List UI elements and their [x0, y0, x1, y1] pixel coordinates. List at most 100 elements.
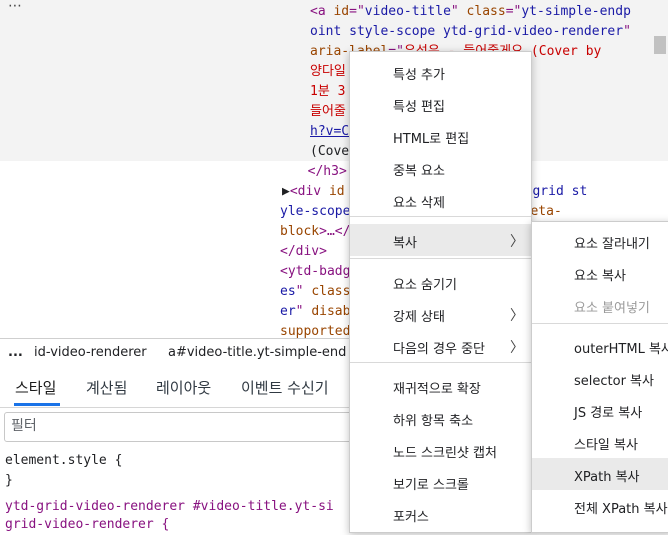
menu-item-label: 요소 숨기기 — [393, 278, 457, 293]
context-menu-item[interactable]: 특성 추가 — [350, 56, 531, 88]
active-tab-indicator — [14, 403, 60, 406]
menu-item-label: 다음의 경우 중단 — [393, 342, 485, 357]
menu-separator — [350, 362, 531, 363]
copy-submenu-item[interactable]: outerHTML 복사 — [532, 330, 668, 362]
menu-item-label: 요소 삭제 — [393, 196, 445, 211]
copy-submenu-item[interactable]: 스타일 복사 — [532, 426, 668, 458]
code-line[interactable]: (Cove — [310, 142, 349, 162]
context-menu-item[interactable]: 강제 상태 〉 — [350, 298, 531, 330]
code-token: video-title — [364, 4, 451, 19]
code-token: h?v=C — [310, 124, 350, 139]
breadcrumb-item[interactable]: id-video-renderer — [34, 345, 147, 360]
context-menu-item[interactable]: 요소 삭제 — [350, 184, 531, 216]
context-menu-item[interactable]: 다음의 경우 중단 〉 — [350, 330, 531, 362]
context-menu-item[interactable]: 특성 편집 — [350, 88, 531, 120]
menu-item-label: 특성 추가 — [393, 68, 445, 83]
menu-item-label: 하위 항목 축소 — [393, 414, 474, 429]
context-menu-item[interactable]: 복사 〉 — [350, 224, 531, 256]
copy-submenu-item[interactable]: 요소 잘라내기 — [532, 225, 668, 257]
style-selector[interactable]: ytd-grid-video-renderer #video-title.yt-… — [5, 497, 334, 517]
code-token: class — [311, 284, 351, 299]
context-menu-item[interactable]: 요소 숨기기 — [350, 266, 531, 298]
more-options-icon[interactable]: ⋯ — [8, 0, 23, 14]
menu-item-label: XPath 복사 — [574, 470, 640, 485]
breadcrumb-item[interactable]: a#video-title.yt-simple-end — [168, 345, 346, 360]
tab-layout[interactable]: 레이아웃 — [156, 377, 211, 398]
code-token: </div> — [280, 244, 327, 259]
code-token: <a — [310, 4, 334, 19]
copy-submenu: 요소 잘라내기요소 복사요소 붙여넣기 outerHTML 복사 selector … — [531, 221, 668, 533]
tab-event-listeners[interactable]: 이벤트 수신기 — [241, 377, 329, 398]
code-token: (Cove — [310, 144, 350, 159]
copy-submenu-item[interactable]: 요소 복사 — [532, 257, 668, 289]
tab-styles[interactable]: 스타일 — [15, 377, 56, 398]
code-token: block — [280, 224, 320, 239]
code-token: er — [280, 304, 296, 319]
style-selector: grid-video-renderer { — [5, 517, 170, 532]
context-menu-item[interactable]: 중복 요소 — [350, 152, 531, 184]
menu-item-label: 요소 잘라내기 — [574, 237, 650, 252]
menu-item-label: HTML로 편집 — [393, 132, 470, 147]
code-line[interactable]: <a id="video-title" class="yt-simple-end… — [310, 2, 631, 22]
code-token: disab — [311, 304, 351, 319]
context-menu-item[interactable]: HTML로 편집 — [350, 120, 531, 152]
context-menu-item[interactable]: 재귀적으로 확장 — [350, 370, 531, 402]
code-line[interactable]: supported — [280, 322, 350, 338]
code-line[interactable]: er" disab — [280, 302, 350, 322]
chevron-right-icon: 〉 — [510, 340, 524, 356]
menu-item-label: outerHTML 복사 — [574, 342, 668, 357]
menu-item-label: 요소 붙여넣기 — [574, 301, 650, 316]
copy-submenu-item: 요소 붙여넣기 — [532, 289, 668, 321]
menu-separator — [350, 258, 531, 259]
code-line[interactable]: block>…</ — [280, 222, 350, 242]
code-token: class — [466, 4, 506, 19]
element-style-rule[interactable]: element.style { — [5, 451, 122, 471]
code-token: <ytd-badg — [280, 264, 351, 279]
code-token: oint style-scope ytd-grid-video-renderer — [310, 24, 624, 39]
menu-item-label: 요소 복사 — [574, 269, 626, 284]
code-token: grid st — [532, 184, 588, 199]
menu-item-label: 보기로 스크롤 — [393, 478, 469, 493]
code-token: 1분 3 — [310, 84, 346, 99]
menu-item-label: selector 복사 — [574, 374, 654, 389]
code-line[interactable]: <ytd-badg — [280, 262, 350, 282]
menu-item-label: 강제 상태 — [393, 310, 445, 325]
code-token: 양다일 — [310, 64, 346, 79]
code-token: id — [328, 184, 345, 199]
menu-separator — [532, 323, 668, 324]
code-token: supported — [280, 324, 351, 338]
context-menu-item[interactable]: 포커스 — [350, 498, 531, 530]
context-menu-item[interactable]: 하위 항목 축소 — [350, 402, 531, 434]
code-token: >…</ — [319, 224, 351, 239]
scrollbar-thumb[interactable] — [654, 36, 666, 54]
code-token: " — [623, 24, 631, 39]
code-token: id — [333, 4, 350, 19]
code-token: yle-scope — [280, 204, 351, 219]
context-menu: 특성 추가특성 편집 HTML로 편집중복 요소요소 삭제복사 〉 요소 숨기기강제 … — [349, 51, 532, 533]
menu-item-label: 전체 XPath 복사 — [574, 502, 668, 517]
code-token: 들어줄 — [310, 104, 346, 119]
code-token: " — [295, 284, 312, 299]
context-menu-item[interactable]: 노드 스크린샷 캡처 — [350, 434, 531, 466]
context-menu-item[interactable]: 보기로 스크롤 — [350, 466, 531, 498]
code-token: </h3> — [292, 164, 347, 179]
copy-submenu-item[interactable]: JS 경로 복사 — [532, 394, 668, 426]
copy-submenu-item[interactable]: XPath 복사 — [532, 458, 668, 490]
menu-separator — [350, 216, 531, 217]
code-line[interactable]: </h3> — [292, 162, 347, 182]
code-token: " — [295, 304, 312, 319]
code-line[interactable]: </div> — [280, 242, 327, 262]
code-line[interactable]: es" class — [280, 282, 350, 302]
menu-item-label: JS 경로 복사 — [574, 406, 643, 421]
code-token: ▶ — [282, 184, 290, 199]
tab-computed[interactable]: 계산됨 — [86, 377, 127, 398]
menu-item-label: 특성 편집 — [393, 100, 445, 115]
menu-item-label: 포커스 — [393, 510, 429, 525]
copy-submenu-item[interactable]: 전체 XPath 복사 — [532, 490, 668, 522]
menu-item-label: 복사 — [393, 236, 417, 251]
chevron-right-icon: 〉 — [510, 234, 524, 250]
code-line[interactable]: oint style-scope ytd-grid-video-renderer… — [310, 22, 631, 42]
copy-submenu-item[interactable]: selector 복사 — [532, 362, 668, 394]
breadcrumb-overflow[interactable]: ... — [8, 345, 23, 360]
menu-item-label: 노드 스크린샷 캡처 — [393, 446, 497, 461]
